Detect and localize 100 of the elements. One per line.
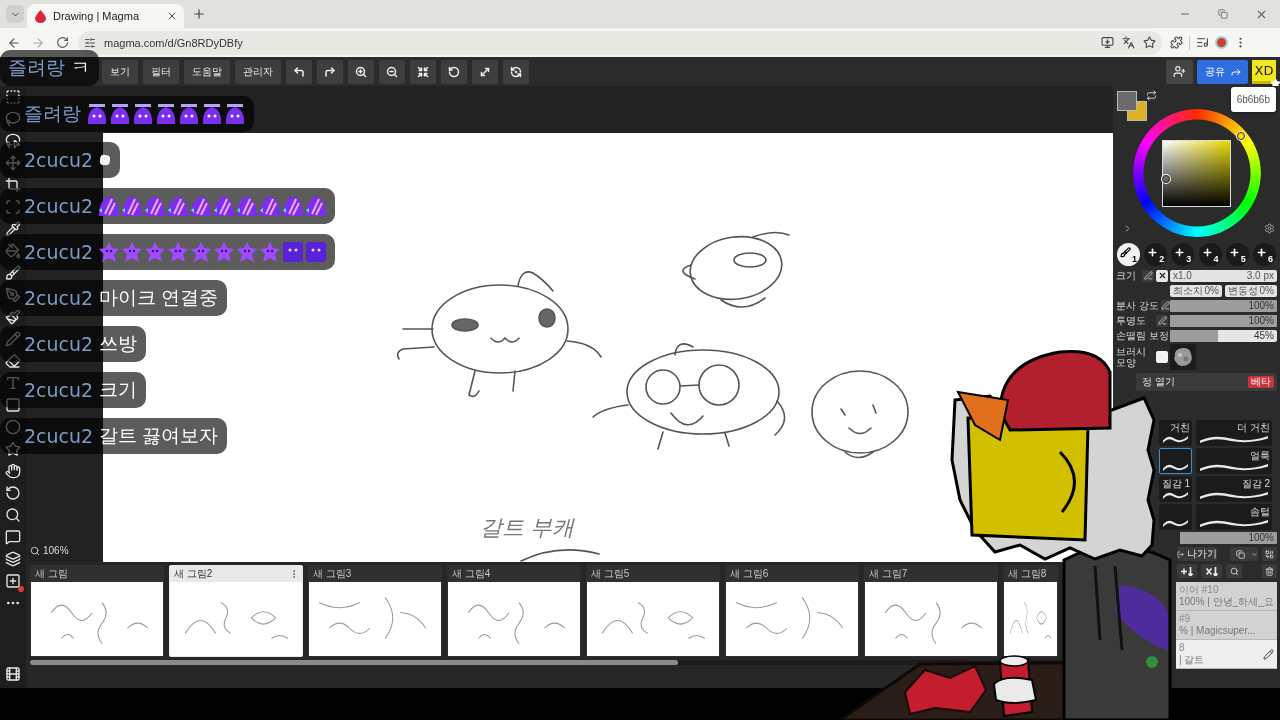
merge-button[interactable]	[1262, 547, 1277, 561]
drawing-card[interactable]: 새 그림3	[308, 565, 442, 657]
address-bar[interactable]: magma.com/d/Gn8RDyDBfy	[78, 30, 1162, 55]
add-icon[interactable]	[5, 573, 21, 589]
add-layer-button[interactable]	[1177, 564, 1197, 578]
lasso-select-icon[interactable]	[5, 133, 21, 149]
layers-icon[interactable]	[5, 551, 21, 567]
user-avatar[interactable]: XD	[1252, 59, 1276, 84]
circle-icon[interactable]	[5, 419, 21, 435]
layer-name: 8	[1179, 643, 1186, 653]
drawing-card[interactable]: 새 그림	[30, 565, 164, 657]
duplicate-button[interactable]	[1230, 547, 1250, 561]
rotate-icon[interactable]	[5, 485, 21, 501]
setting-slider[interactable]: 45%	[1170, 329, 1277, 342]
undo-button[interactable]	[286, 59, 312, 84]
brush-slot[interactable]: 1	[1117, 243, 1140, 266]
pressure-toggle[interactable]	[1156, 314, 1168, 327]
x-toggle[interactable]	[1156, 269, 1168, 282]
layer-row[interactable]: 8 | 갈트	[1176, 640, 1277, 669]
drawing-card[interactable]: 새 그림4	[447, 565, 581, 657]
zoom-in-button[interactable]	[348, 59, 374, 84]
setting-slider[interactable]: 100%	[1170, 299, 1277, 312]
film-icon[interactable]	[5, 666, 21, 682]
brush-settings-bar[interactable]: 정 열기 베타	[1136, 373, 1277, 391]
move-icon[interactable]	[5, 155, 21, 171]
brush-icon[interactable]	[5, 265, 21, 281]
layer-opacity-slider[interactable]: 100%	[1180, 532, 1277, 544]
share-button[interactable]: 공유	[1197, 59, 1248, 84]
brush-tile[interactable]: 더 거친	[1196, 420, 1272, 446]
brush-tile[interactable]: 얼룩	[1196, 448, 1272, 474]
rotate-left-button[interactable]	[441, 59, 467, 84]
reload-icon	[55, 36, 69, 49]
profile-icon[interactable]	[1215, 36, 1228, 49]
brush-tile[interactable]: 질감 2	[1196, 476, 1272, 502]
delete-layer-button[interactable]	[1262, 564, 1277, 578]
pen-icon[interactable]	[5, 287, 21, 303]
redo-button[interactable]	[317, 59, 343, 84]
hooded-creature-icon	[110, 104, 130, 124]
undo-icon	[293, 65, 305, 78]
crop-icon[interactable]	[5, 177, 21, 193]
paint-bucket-icon[interactable]	[5, 243, 21, 259]
eraser-icon[interactable]	[5, 353, 21, 369]
drawing-card[interactable]: 새 그림6	[725, 565, 859, 657]
brush-shape-preview[interactable]	[1170, 344, 1196, 370]
number-field[interactable]: 최소치 0%	[1170, 284, 1222, 297]
paintbrush-icon[interactable]	[5, 309, 21, 325]
pressure-toggle[interactable]	[1160, 299, 1170, 312]
remove-layer-button[interactable]	[1201, 564, 1222, 578]
brush-tile[interactable]: 질감 1	[1159, 476, 1192, 502]
hand-icon[interactable]	[5, 463, 21, 479]
site-settings-icon	[84, 36, 96, 49]
brush-tile[interactable]: 솜털	[1196, 504, 1272, 530]
menu-button[interactable]: 보기	[102, 59, 138, 84]
exit-button[interactable]: 나가기	[1177, 547, 1217, 561]
drawing-card[interactable]: 새 그림5	[586, 565, 720, 657]
saturation-value-square[interactable]	[1162, 139, 1231, 207]
text-icon[interactable]	[5, 375, 21, 391]
horizontal-scrollbar[interactable]	[30, 660, 678, 665]
chat-icon[interactable]	[5, 529, 21, 545]
menu-button[interactable]: 필터	[143, 59, 179, 84]
drawing-card[interactable]: 새 그림7	[864, 565, 998, 657]
brush-tile[interactable]: 거친	[1159, 420, 1192, 446]
pencil-icon[interactable]	[1263, 648, 1274, 660]
setting-slider[interactable]: 100%	[1170, 314, 1277, 327]
brush-slot[interactable]: 6	[1252, 243, 1276, 266]
settings-bar-label: 정 열기	[1142, 375, 1175, 389]
brush-tile[interactable]	[1159, 448, 1192, 474]
settings-icon[interactable]	[1264, 223, 1275, 234]
color-tooltip: 6b6b6b	[1230, 87, 1276, 112]
star-icon[interactable]	[5, 441, 21, 457]
eyedropper-icon[interactable]	[5, 221, 21, 237]
brush-slot[interactable]: 4	[1198, 243, 1222, 266]
color-swatch[interactable]	[1117, 91, 1137, 111]
number-field[interactable]: 변동성 0%	[1225, 284, 1277, 297]
drawing-card[interactable]: 새 그림2	[169, 565, 303, 657]
rectangle-select-icon[interactable]	[5, 89, 21, 105]
search-icon[interactable]	[5, 507, 21, 523]
brush-slot[interactable]: 2	[1144, 243, 1168, 266]
brush-shape-checkbox[interactable]	[1156, 351, 1168, 363]
shrink-button[interactable]	[410, 59, 436, 84]
layer-search-button[interactable]	[1226, 564, 1242, 578]
lasso-icon[interactable]	[5, 111, 21, 127]
brush-size-field[interactable]: x1.0 3.0 px	[1170, 269, 1277, 282]
rotate-right-button[interactable]	[503, 59, 529, 84]
brush-slot[interactable]: 5	[1225, 243, 1249, 266]
brush-tile[interactable]	[1159, 504, 1192, 530]
drawing-card[interactable]: 새 그림8	[1003, 565, 1058, 657]
pressure-toggle[interactable]	[1142, 269, 1154, 282]
dropdown-button[interactable]	[1250, 547, 1258, 561]
swap-colors-icon[interactable]	[1146, 90, 1157, 101]
plus-icon	[1201, 247, 1213, 258]
menu-button[interactable]: 관리자	[235, 59, 281, 84]
rectangle-icon[interactable]	[5, 397, 21, 413]
tab-close-button[interactable]	[166, 10, 178, 22]
menu-button[interactable]: 도움말	[184, 59, 230, 84]
zoom-out-button[interactable]	[379, 59, 405, 84]
add-user-button[interactable]	[1166, 59, 1193, 84]
brush-slot[interactable]: 3	[1171, 243, 1195, 266]
expand-button[interactable]	[472, 59, 498, 84]
browser-tab[interactable]: Drawing | Magma	[27, 4, 184, 28]
